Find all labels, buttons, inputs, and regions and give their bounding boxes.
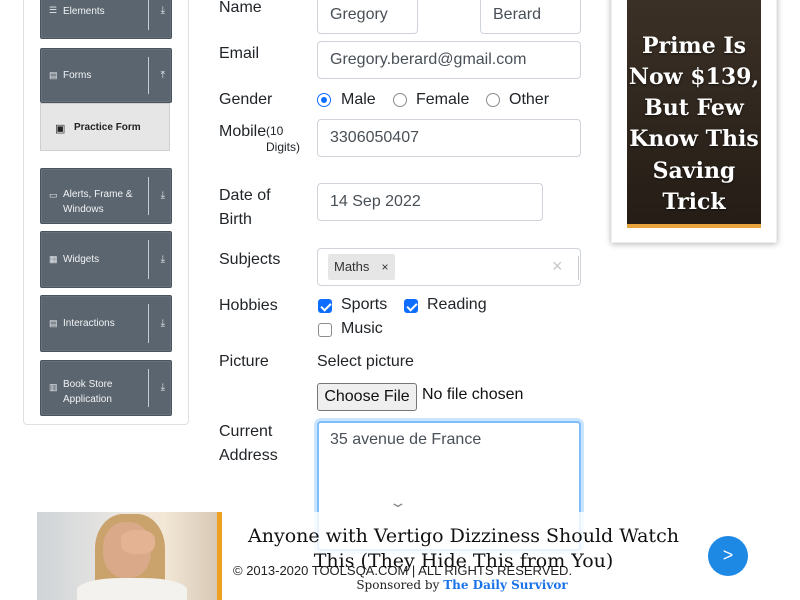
address-label: Current Address <box>219 423 278 464</box>
grid-icon: ▦ <box>49 254 58 264</box>
chevron-down-icon[interactable]: ⤓ <box>161 319 165 329</box>
ad-next-button[interactable]: > <box>708 536 748 576</box>
chevron-down-icon[interactable]: ⤓ <box>161 383 165 393</box>
gender-label: Gender <box>219 91 273 108</box>
sidebar-item-practice-form[interactable]: ▣ Practice Form <box>40 103 170 151</box>
gender-female-label[interactable]: Female <box>416 90 469 110</box>
gender-male-radio[interactable] <box>317 93 331 107</box>
mobile-label: Mobile <box>219 120 266 144</box>
mobile-input[interactable]: 3306050407 <box>317 119 581 157</box>
form-icon: ▤ <box>49 70 58 80</box>
divider <box>148 304 149 343</box>
name-label: Name <box>219 0 262 16</box>
remove-subject-icon[interactable]: × <box>375 254 395 280</box>
sidebar-group-label: Elements <box>63 6 105 17</box>
first-name-input[interactable]: Gregory <box>317 0 418 34</box>
sidebar-group-bookstore[interactable]: ▥ Book Store Application ⤓ <box>40 360 172 416</box>
side-ad-line: Saving <box>652 158 736 184</box>
dob-label: Date of Birth <box>219 187 271 228</box>
bottom-ad-title[interactable]: Anyone with Vertigo Dizziness Should Wat… <box>226 524 701 574</box>
hobby-sports-checkbox[interactable] <box>318 299 332 313</box>
sidebar-group-widgets[interactable]: ▦ Widgets ⤓ <box>40 231 172 288</box>
divider <box>148 177 149 215</box>
chevron-down-icon[interactable]: ⤓ <box>161 6 165 16</box>
hobby-reading-checkbox[interactable] <box>404 299 418 313</box>
sidebar: ☰ Elements ⤓ ▤ Forms ⤒ ▣ Practice Form ▭… <box>23 0 189 425</box>
sidebar-group-elements[interactable]: ☰ Elements ⤓ <box>40 0 172 39</box>
side-ad-image[interactable]: Prime Is Now $139, But Few Know This Sav… <box>627 0 761 228</box>
clear-subjects-icon[interactable]: × <box>552 256 563 276</box>
side-ad-line: Now $139, <box>628 64 760 90</box>
sidebar-group-label: Alerts, Frame & Windows <box>63 189 133 215</box>
last-name-input[interactable]: Berard <box>480 0 581 34</box>
mobile-hint: (10 Digits) <box>266 123 306 155</box>
chevron-up-icon[interactable]: ⤒ <box>161 71 165 81</box>
picture-label: Picture <box>219 353 269 370</box>
sidebar-item-label: Practice Form <box>74 122 141 133</box>
side-ad-line: Prime Is <box>641 33 747 59</box>
subject-chip-label: Maths <box>334 259 370 274</box>
sidebar-group-label: Book Store Application <box>63 379 113 405</box>
subjects-label: Subjects <box>219 251 281 268</box>
gender-male-label[interactable]: Male <box>341 90 376 110</box>
choose-file-button[interactable]: Choose File <box>317 383 417 411</box>
email-label: Email <box>219 45 260 62</box>
chevron-down-icon[interactable]: ⤓ <box>161 255 165 265</box>
subject-chip: Maths × <box>328 254 395 280</box>
gender-other-radio[interactable] <box>486 93 500 107</box>
hobby-music-label[interactable]: Music <box>341 319 383 339</box>
divider <box>148 0 149 30</box>
email-input[interactable]: Gregory.berard@gmail.com <box>317 41 581 79</box>
hand-shape <box>121 530 155 554</box>
sidebar-group-alerts[interactable]: ▭ Alerts, Frame & Windows ⤓ <box>40 168 172 224</box>
bottom-ad-photo[interactable] <box>37 512 217 600</box>
hobby-reading-label[interactable]: Reading <box>427 295 487 315</box>
bottom-ad-sponsor: Sponsored by The Daily Survivor <box>222 578 702 592</box>
chevron-down-icon[interactable]: ⤓ <box>161 191 165 201</box>
shirt-shape <box>77 578 187 600</box>
chevron-down-icon: ⌄ <box>388 494 408 510</box>
hobby-sports-label[interactable]: Sports <box>341 295 387 315</box>
mobile-label-text: Mobile <box>219 123 267 140</box>
divider <box>148 240 149 279</box>
gender-other-label[interactable]: Other <box>509 90 549 110</box>
side-ad-line: Know This <box>629 126 759 152</box>
hobby-music-checkbox[interactable] <box>318 323 332 337</box>
file-status: No file chosen <box>422 386 524 403</box>
interaction-icon: ▤ <box>49 318 58 328</box>
divider <box>578 256 579 280</box>
window-icon: ▭ <box>49 190 58 200</box>
dob-input[interactable]: 14 Sep 2022 <box>317 183 543 221</box>
side-ad-line: Trick <box>662 189 726 215</box>
sidebar-group-forms[interactable]: ▤ Forms ⤒ <box>40 48 172 103</box>
gender-female-radio[interactable] <box>393 93 407 107</box>
form-icon: ▣ <box>55 123 66 135</box>
select-picture-label: Select picture <box>317 353 414 370</box>
sidebar-group-label: Widgets <box>63 254 100 265</box>
sidebar-group-label: Forms <box>63 70 92 81</box>
sponsored-by-text: Sponsored by <box>356 578 440 592</box>
sponsor-link[interactable]: The Daily Survivor <box>443 578 567 592</box>
side-ad-line: But Few <box>644 95 744 121</box>
divider <box>148 57 149 94</box>
sidebar-group-label: Interactions <box>63 318 115 329</box>
sidebar-group-interactions[interactable]: ▤ Interactions ⤓ <box>40 295 172 352</box>
mobile-hint-text: (10 Digits) <box>266 124 301 154</box>
list-icon: ☰ <box>49 5 58 15</box>
bookstore-icon: ▥ <box>49 382 58 392</box>
hobbies-label: Hobbies <box>219 297 278 314</box>
divider <box>148 369 149 407</box>
